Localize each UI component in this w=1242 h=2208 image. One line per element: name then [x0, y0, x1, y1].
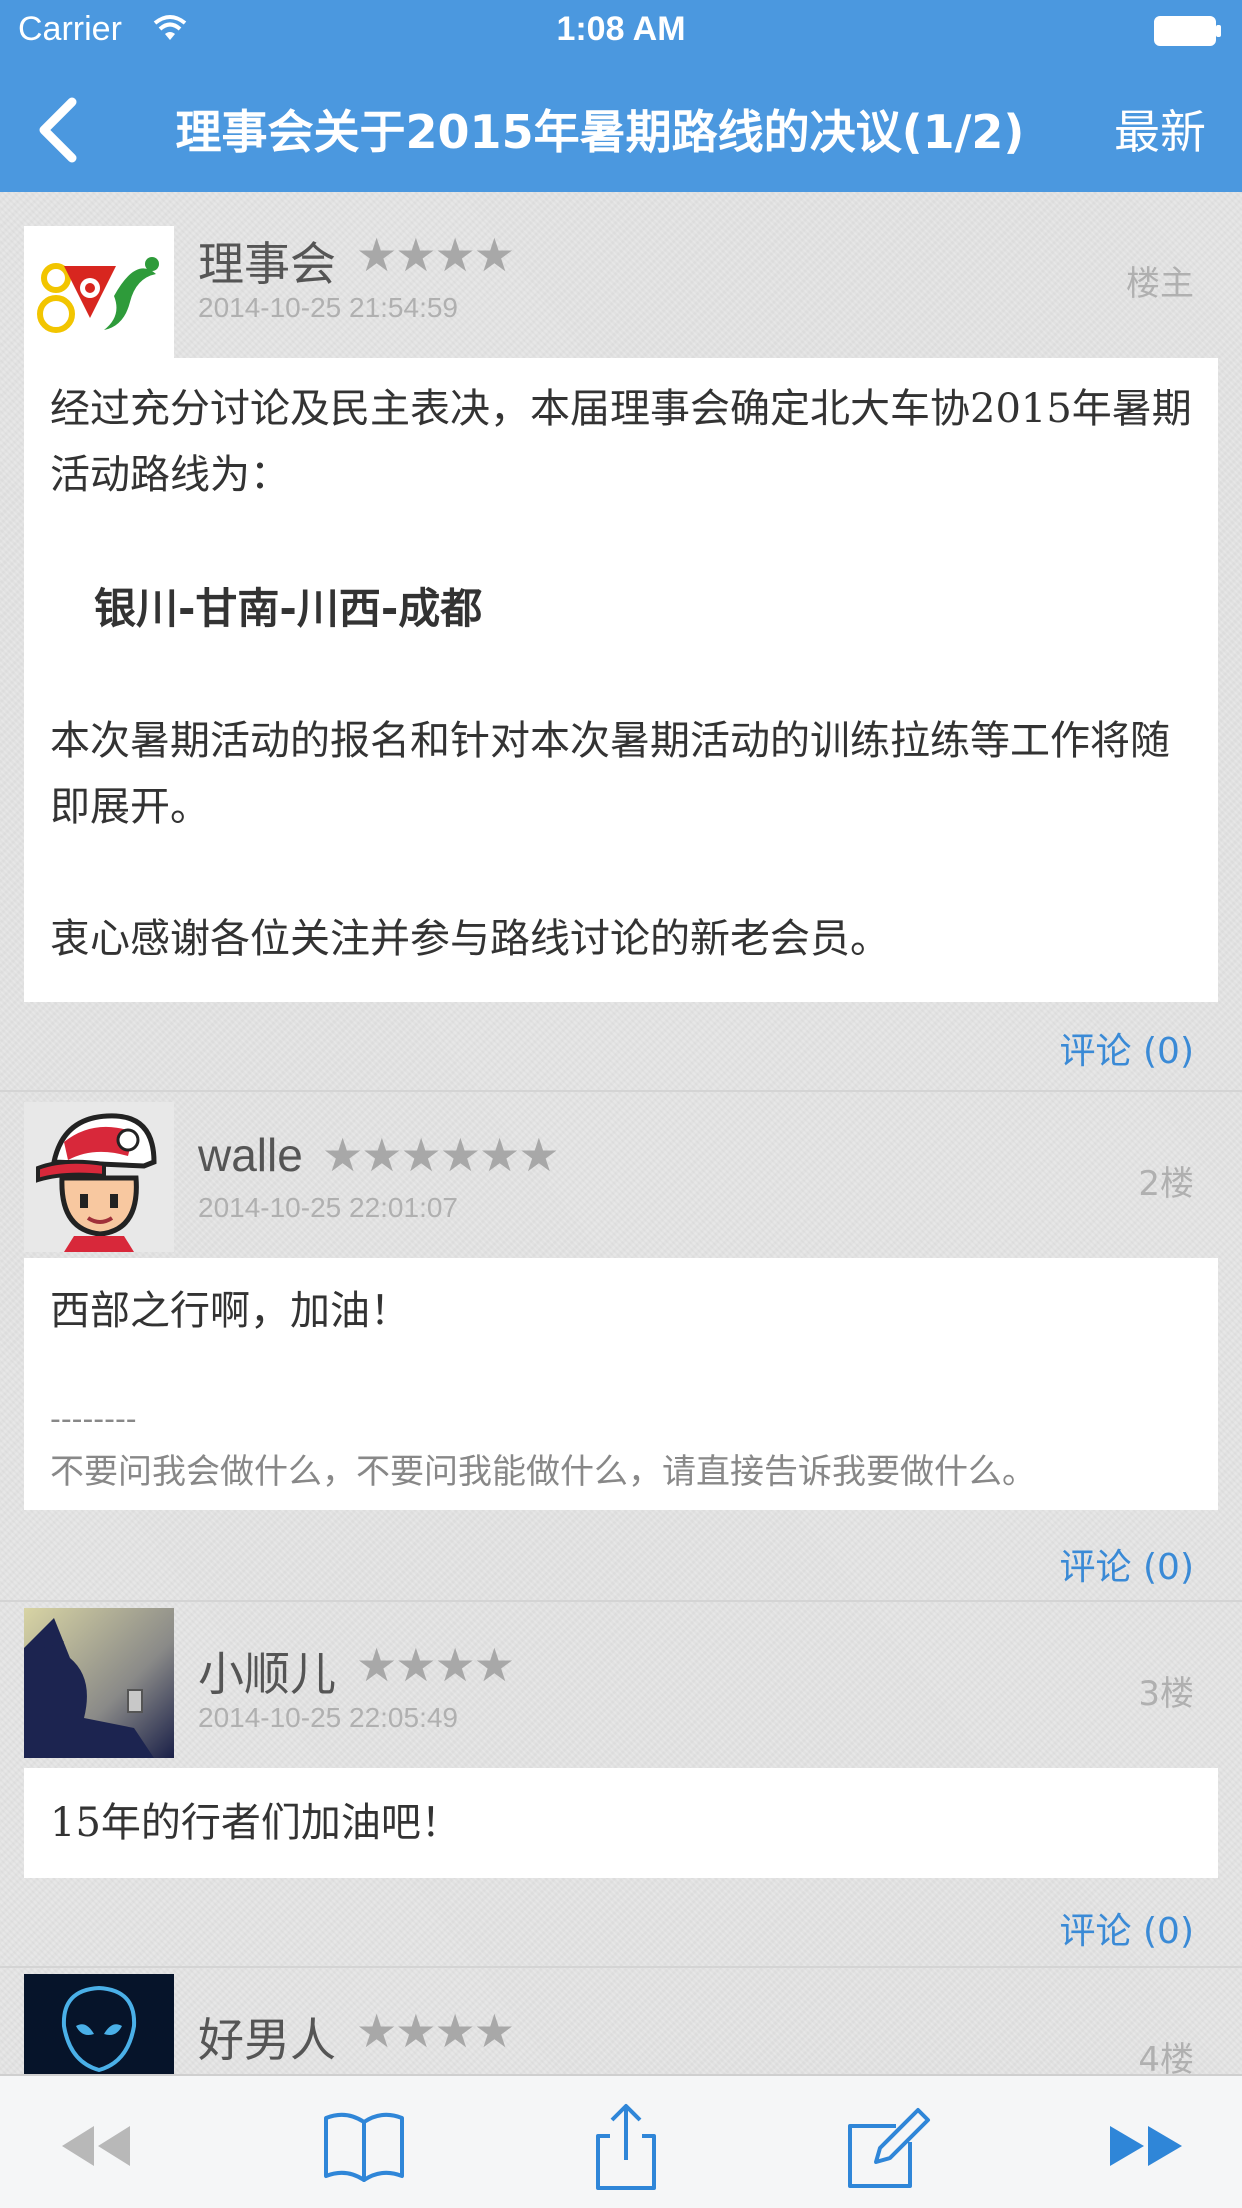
- author-name[interactable]: 理事会: [198, 228, 336, 294]
- back-button[interactable]: [20, 80, 100, 180]
- status-bar: Carrier 1:08 AM: [0, 0, 1242, 60]
- alien-avatar-icon: [24, 1974, 174, 2074]
- post-text: 15年的行者们加油吧！: [50, 1800, 461, 1846]
- bookmark-button[interactable]: [316, 2100, 412, 2190]
- floor-label: 2楼: [1138, 1164, 1194, 1204]
- route-text: 银川-甘南-川西-成都: [94, 584, 483, 633]
- share-button[interactable]: [578, 2100, 674, 2190]
- rewind-icon: [62, 2126, 130, 2166]
- bottom-toolbar: [0, 2074, 1242, 2208]
- post-time: 2014-10-25 21:54:59: [198, 292, 458, 323]
- compose-icon: [848, 2108, 930, 2188]
- author-name[interactable]: walle: [198, 1128, 303, 1182]
- post-time: 2014-10-25 22:01:07: [198, 1192, 458, 1223]
- rating-stars: ★★★★★★: [322, 1128, 559, 1182]
- divider: [0, 1090, 1242, 1092]
- avatar[interactable]: [24, 1608, 174, 1758]
- comment-link[interactable]: 评论 (0): [1060, 1902, 1194, 1954]
- cat-silhouette-avatar-icon: [24, 1608, 174, 1758]
- page-title: 理事会关于2015年暑期路线的决议(1/2): [175, 105, 1025, 159]
- post-content: 经过充分讨论及民主表决，本届理事会确定北大车协2015年暑期活动路线为： 银川-…: [24, 358, 1218, 1002]
- post-content: 西部之行啊，加油！ -------- 不要问我会做什么，不要问我能做什么，请直接…: [24, 1258, 1218, 1510]
- signature-divider: --------: [50, 1402, 137, 1437]
- post-text: 西部之行啊，加油！: [50, 1288, 410, 1334]
- fast-forward-icon: [1110, 2126, 1182, 2166]
- divider: [0, 1966, 1242, 1968]
- pixel-trainer-avatar-icon: [24, 1102, 174, 1252]
- avatar[interactable]: [24, 226, 174, 376]
- latest-button[interactable]: 最新: [1114, 96, 1206, 162]
- comment-link[interactable]: 评论 (0): [1060, 1538, 1194, 1590]
- next-page-button[interactable]: [1100, 2100, 1196, 2190]
- post-paragraph: 衷心感谢各位关注并参与路线讨论的新老会员。: [50, 916, 890, 962]
- post-content: 15年的行者们加油吧！: [24, 1768, 1218, 1878]
- share-icon: [596, 2104, 656, 2190]
- signature-text: 不要问我会做什么，不要问我能做什么，请直接告诉我要做什么。: [50, 1452, 1036, 1492]
- comment-link[interactable]: 评论 (0): [1060, 1022, 1194, 1074]
- club-logo-icon: [37, 257, 159, 333]
- avatar[interactable]: [24, 1974, 174, 2074]
- book-icon: [324, 2112, 404, 2182]
- status-time: 1:08 AM: [556, 10, 686, 48]
- floor-label: 3楼: [1138, 1674, 1194, 1714]
- floor-label: 楼主: [1126, 264, 1194, 304]
- rating-stars: ★★★★: [356, 2004, 515, 2058]
- previous-page-button[interactable]: [50, 2100, 146, 2190]
- avatar[interactable]: [24, 1102, 174, 1252]
- rating-stars: ★★★★: [356, 228, 515, 282]
- post-paragraph: 经过充分讨论及民主表决，本届理事会确定北大车协2015年暑期活动路线为：: [50, 386, 1192, 498]
- author-name[interactable]: 小顺儿: [198, 1638, 336, 1704]
- post-time: 2014-10-25 22:05:49: [198, 1702, 458, 1733]
- rating-stars: ★★★★: [356, 1638, 515, 1692]
- compose-button[interactable]: [840, 2100, 936, 2190]
- battery-icon: [1154, 16, 1221, 46]
- author-name[interactable]: 好男人: [198, 2004, 336, 2070]
- navigation-header: Carrier 1:08 AM 理事会关于2015年暑期路线的决议(1/2) 最…: [0, 0, 1242, 192]
- divider: [0, 1600, 1242, 1602]
- post-paragraph: 本次暑期活动的报名和针对本次暑期活动的训练拉练等工作将随即展开。: [50, 718, 1170, 830]
